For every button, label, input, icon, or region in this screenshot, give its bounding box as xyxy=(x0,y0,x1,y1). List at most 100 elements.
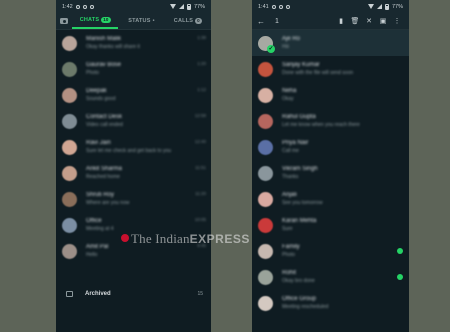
chat-name: Priya Nair xyxy=(282,140,309,146)
chat-time: 1:38 xyxy=(197,35,206,40)
chat-name: Vikram Singh xyxy=(282,166,318,172)
archive-icon[interactable]: ▣ xyxy=(376,17,390,25)
unread-badge: 10 xyxy=(101,17,111,23)
avatar[interactable] xyxy=(62,191,77,207)
camera-tab[interactable] xyxy=(56,18,72,24)
avatar[interactable] xyxy=(258,139,273,155)
chat-preview: See you tomorrow xyxy=(282,200,323,206)
avatar[interactable] xyxy=(258,61,273,77)
avatar[interactable] xyxy=(62,165,77,181)
avatar[interactable] xyxy=(62,243,77,259)
tab-chats[interactable]: CHATS 10 xyxy=(72,13,119,29)
chat-time: 11:51 xyxy=(195,165,206,170)
mute-icon[interactable]: ✕ xyxy=(362,17,376,25)
chat-body: Deepak Sounds good xyxy=(86,87,192,103)
back-arrow-icon[interactable]: ← xyxy=(257,17,269,26)
chat-row[interactable]: Manish Malik Okay thanks will share it 1:3… xyxy=(56,30,211,56)
avatar[interactable] xyxy=(62,139,77,155)
chat-row[interactable]: Contact Desk Video call ended 12:58 xyxy=(56,108,211,134)
chat-row[interactable]: Ravi Jain Sure let me check and get back … xyxy=(56,134,211,160)
battery-level: 77% xyxy=(391,3,403,10)
watermark-brand-bold: EXPRESS xyxy=(189,232,250,246)
tab-bar: CHATS 10 STATUS • CALLS 0 xyxy=(56,13,211,30)
signal-icon xyxy=(376,4,382,9)
chat-row[interactable]: Rohit Okay bro done xyxy=(252,264,409,290)
chat-name: Sanjay Kumar xyxy=(282,62,320,68)
chat-row[interactable]: ✓ Aje Ro Hiii xyxy=(252,30,409,56)
avatar[interactable] xyxy=(258,113,273,129)
avatar[interactable] xyxy=(258,87,273,103)
chat-preview: Sure xyxy=(282,226,293,232)
chat-body: Priya Nair Call me xyxy=(282,139,404,155)
chat-row[interactable]: Anjali See you tomorrow xyxy=(252,186,409,212)
avatar[interactable] xyxy=(62,35,77,51)
chat-preview: Photo xyxy=(86,70,100,76)
chat-body: Aje Ro Hiii xyxy=(282,35,404,51)
chat-preview: Hiii xyxy=(282,44,289,50)
chat-row[interactable]: Gaurav Bose Photo 1:20 xyxy=(56,56,211,82)
archive-icon xyxy=(66,291,73,297)
chat-body: Neha Okay xyxy=(282,87,404,103)
chat-preview: Okay thanks will share it xyxy=(86,44,140,50)
chat-body: Gaurav Bose Photo xyxy=(86,61,192,77)
avatar[interactable] xyxy=(258,217,273,233)
avatar[interactable] xyxy=(258,243,273,259)
avatar[interactable] xyxy=(62,217,77,233)
chat-name: Office xyxy=(86,218,102,224)
selected-count: 1 xyxy=(275,17,279,25)
chat-time: 12:58 xyxy=(194,113,206,118)
chat-name: Rohit xyxy=(282,270,297,276)
chat-name: Rahul Gupta xyxy=(282,114,316,120)
chat-row[interactable]: Family Photo xyxy=(252,238,409,264)
chat-row[interactable]: Office Group Meeting rescheduled xyxy=(252,290,409,316)
chat-body: Rahul Gupta Let me know when you reach th… xyxy=(282,113,404,129)
chat-name: Neha xyxy=(282,88,297,94)
chat-preview: Thanks xyxy=(282,174,299,180)
avatar[interactable] xyxy=(258,191,273,207)
avatar[interactable] xyxy=(258,165,273,181)
status-bar: 1:42 77% xyxy=(56,0,211,13)
pin-icon[interactable]: ▮ xyxy=(334,17,348,25)
chats-screen: 1:42 77% CHATS 10 STATUS • CALLS 0 Manis… xyxy=(56,0,211,332)
chat-row[interactable]: Karan Mehta Sure xyxy=(252,212,409,238)
selected-check-icon: ✓ xyxy=(267,44,275,53)
chat-row[interactable]: Rahul Gupta Let me know when you reach th… xyxy=(252,108,409,134)
avatar[interactable] xyxy=(62,87,77,103)
avatar[interactable] xyxy=(62,113,77,129)
wifi-icon xyxy=(169,4,176,9)
chat-row[interactable]: Priya Nair Call me xyxy=(252,134,409,160)
chat-row[interactable]: Neha Okay xyxy=(252,82,409,108)
more-options-icon[interactable]: ⋮ xyxy=(390,17,404,25)
tab-label: CHATS xyxy=(79,17,100,23)
avatar[interactable] xyxy=(62,61,77,77)
chat-preview: Okay xyxy=(282,96,294,102)
archived-row[interactable]: Archived 15 xyxy=(56,284,211,304)
avatar[interactable] xyxy=(258,295,273,311)
chat-row[interactable]: Shruti Roy Where are you now 11:20 xyxy=(56,186,211,212)
chat-row[interactable]: Deepak Sounds good 1:12 xyxy=(56,82,211,108)
chat-preview: Done with the file will send soon xyxy=(282,70,354,76)
delete-icon[interactable]: 🗑 xyxy=(348,17,362,25)
avatar[interactable] xyxy=(258,269,273,285)
chat-name: Karan Mehta xyxy=(282,218,317,224)
battery-icon xyxy=(186,3,191,10)
avatar[interactable]: ✓ xyxy=(258,35,275,53)
chat-name: Office Group xyxy=(282,296,316,302)
status-time: 1:41 xyxy=(258,3,269,10)
tab-calls[interactable]: CALLS 0 xyxy=(165,13,211,29)
chat-time: 11:20 xyxy=(195,191,206,196)
chat-preview: Reached home xyxy=(86,174,120,180)
chat-row[interactable]: Vikram Singh Thanks xyxy=(252,160,409,186)
chats-selection-screen: 1:41 77% ← 1 ▮ 🗑 ✕ ▣ ⋮ ✓ Aje Ro Hiii Sanjay… xyxy=(252,0,409,332)
chat-body: Sanjay Kumar Done with the file will send… xyxy=(282,61,404,77)
status-dot: • xyxy=(152,18,155,24)
tab-status[interactable]: STATUS • xyxy=(118,13,164,29)
chat-row[interactable]: Sanjay Kumar Done with the file will send… xyxy=(252,56,409,82)
chat-body: Karan Mehta Sure xyxy=(282,217,404,233)
camera-icon xyxy=(60,18,68,24)
chat-row[interactable]: Ankit Sharma Reached home 11:51 xyxy=(56,160,211,186)
chat-list: ✓ Aje Ro Hiii Sanjay Kumar Done with the fil… xyxy=(252,30,409,316)
chat-preview: Sure let me check and get back to you xyxy=(86,148,172,154)
chat-body: Shruti Roy Where are you now xyxy=(86,191,192,207)
chat-body: Manish Malik Okay thanks will share it xyxy=(86,35,192,51)
